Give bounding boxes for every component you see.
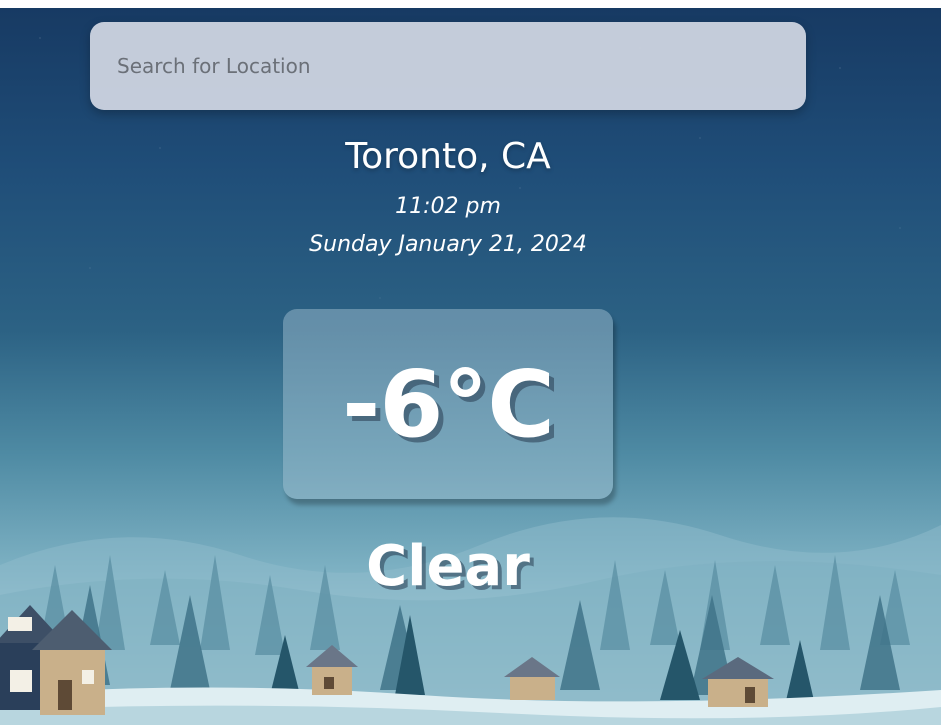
search-bar[interactable] (90, 22, 806, 110)
location-name: Toronto, CA (345, 136, 551, 177)
temperature-card: -6°C (283, 309, 613, 499)
search-input[interactable] (90, 22, 806, 110)
local-time: 11:02 pm (395, 194, 501, 219)
temperature-value: -6°C (342, 350, 555, 458)
weather-condition: Clear (366, 534, 530, 599)
weather-app: Toronto, CA 11:02 pm Sunday January 21, … (0, 8, 941, 725)
local-date: Sunday January 21, 2024 (309, 232, 587, 257)
